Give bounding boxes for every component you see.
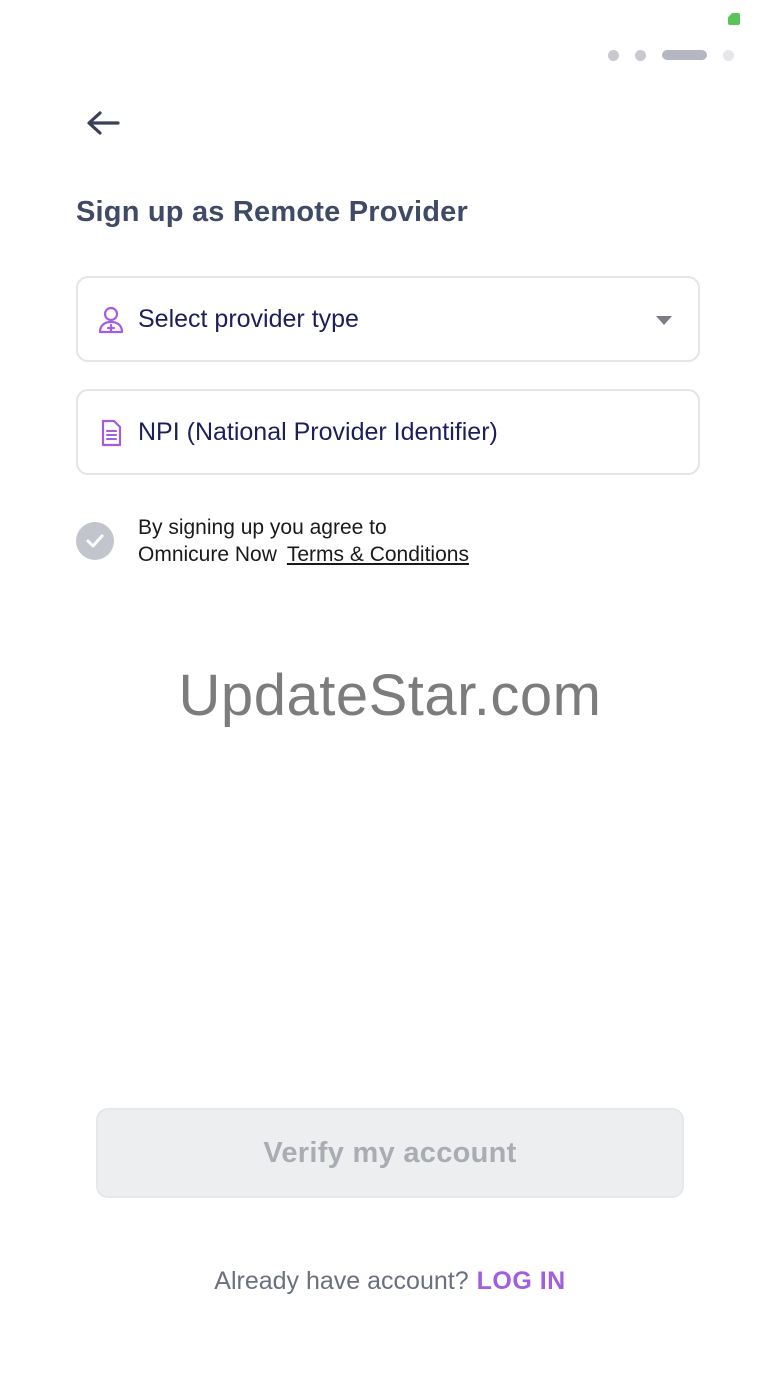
agreement-brand: Omnicure Now — [138, 543, 277, 566]
verify-account-button[interactable]: Verify my account — [96, 1108, 684, 1198]
battery-icon — [728, 13, 740, 25]
step-progress-indicator — [608, 49, 734, 61]
provider-type-select[interactable]: Select provider type — [76, 276, 700, 362]
agreement-line-2: Omnicure Now Terms & Conditions — [138, 541, 469, 568]
login-prompt-text: Already have account? — [214, 1267, 469, 1295]
step-dot — [635, 49, 646, 61]
npi-field[interactable] — [76, 389, 700, 475]
back-button[interactable] — [84, 104, 124, 144]
page-title: Sign up as Remote Provider — [76, 196, 468, 228]
terms-agreement-text: By signing up you agree to Omnicure Now T… — [138, 514, 469, 568]
terms-link[interactable]: Terms & Conditions — [287, 543, 469, 566]
step-dot-active — [662, 50, 707, 60]
document-icon — [101, 419, 122, 447]
arrow-left-icon — [87, 111, 120, 135]
agreement-line-1: By signing up you agree to — [138, 516, 387, 539]
chevron-down-icon — [656, 316, 672, 325]
watermark: UpdateStar.com — [178, 663, 602, 728]
npi-input[interactable] — [136, 391, 682, 473]
step-dot — [723, 49, 734, 61]
step-dot — [608, 49, 619, 61]
provider-type-label: Select provider type — [138, 304, 359, 333]
terms-checkbox[interactable] — [76, 522, 114, 560]
checkmark-icon — [86, 534, 104, 548]
user-plus-icon — [98, 306, 124, 334]
login-prompt: Already have account? LOG IN — [0, 1267, 780, 1296]
login-link[interactable]: LOG IN — [477, 1267, 566, 1295]
